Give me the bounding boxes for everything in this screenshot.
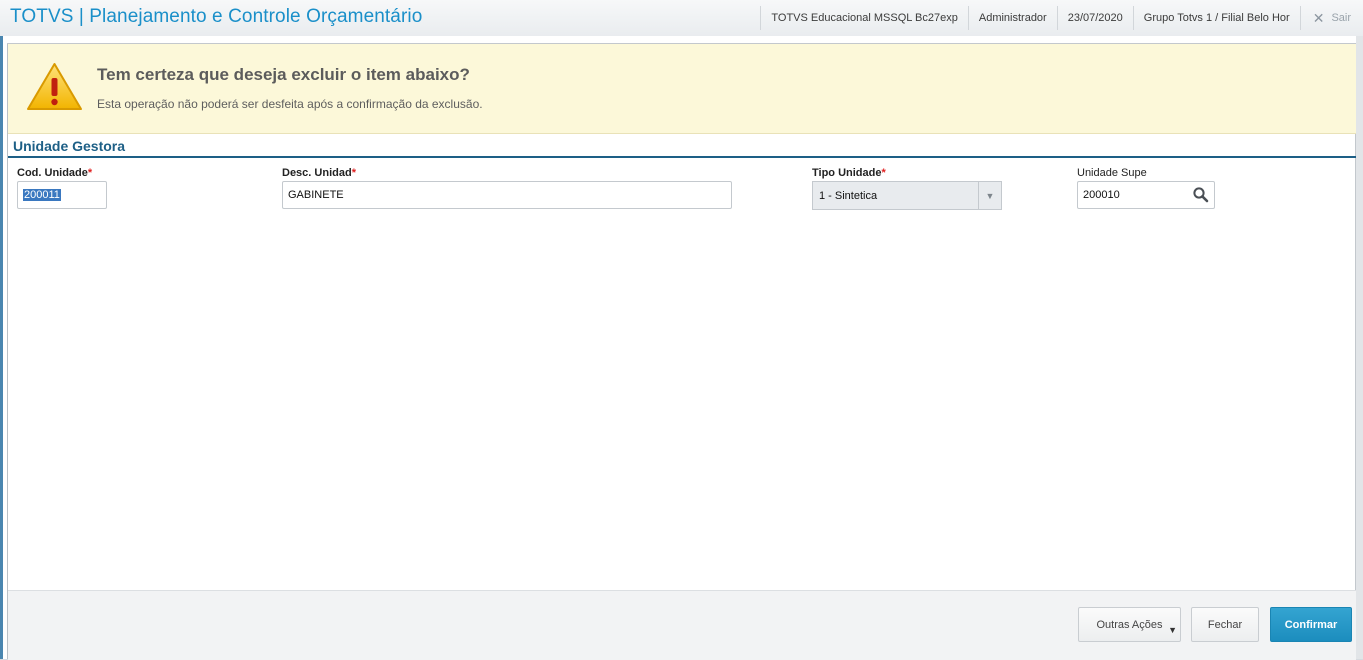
required-mark: * xyxy=(87,167,93,179)
required-mark: * xyxy=(351,167,356,179)
close-icon: ✕ xyxy=(1312,9,1325,26)
section-title: Unidade Gestora xyxy=(13,138,126,154)
chevron-down-icon[interactable]: ▼ xyxy=(978,182,1001,209)
exit-label: Sair xyxy=(1331,12,1351,24)
frame-top-border xyxy=(7,36,1356,44)
desc-unidade-label: Desc. Unidad* xyxy=(282,167,356,179)
exit-button[interactable]: ✕ Sair xyxy=(1299,6,1363,30)
other-actions-label: Outras Ações xyxy=(1096,618,1163,631)
cod-unidade-label-text: Cod. Unidade xyxy=(17,167,88,179)
close-label: Fechar xyxy=(1207,618,1243,631)
app-title: TOTVS | Planejamento e Controle Orçament… xyxy=(10,6,423,27)
cod-unidade-label: Cod. Unidade* xyxy=(17,167,92,179)
top-info-bar: TOTVS Educacional MSSQL Bc27exp Administ… xyxy=(760,0,1363,36)
cod-unidade-input[interactable]: 200011 xyxy=(17,181,107,209)
footer-bar: Outras Ações ▼ Fechar Confirmar xyxy=(8,590,1356,660)
other-actions-button[interactable]: Outras Ações ▼ xyxy=(1078,607,1181,642)
unidade-supe-label-text: Unidade Supe xyxy=(1077,167,1147,179)
unidade-supe-input[interactable]: 200010 xyxy=(1077,181,1215,209)
confirm-button[interactable]: Confirmar xyxy=(1270,607,1352,642)
unidade-supe-label: Unidade Supe xyxy=(1077,167,1147,179)
section-divider xyxy=(8,156,1356,158)
company-label: Grupo Totvs 1 / Filial Belo Hor xyxy=(1132,6,1300,30)
warning-title: Tem certeza que deseja excluir o item ab… xyxy=(97,65,470,84)
top-header: TOTVS | Planejamento e Controle Orçament… xyxy=(0,0,1363,37)
close-button[interactable]: Fechar xyxy=(1191,607,1259,642)
caret-down-icon: ▼ xyxy=(1168,625,1177,635)
left-frame-border xyxy=(0,36,8,659)
confirm-label: Confirmar xyxy=(1284,618,1338,631)
tipo-unidade-value: 1 - Sintetica xyxy=(819,189,878,202)
right-frame-border xyxy=(1355,36,1363,659)
required-mark: * xyxy=(881,167,886,179)
tipo-unidade-select[interactable]: 1 - Sintetica ▼ xyxy=(812,181,1002,210)
delete-warning-banner: Tem certeza que deseja excluir o item ab… xyxy=(8,44,1356,134)
date-label: 23/07/2020 xyxy=(1056,6,1133,30)
search-icon[interactable] xyxy=(1192,186,1210,204)
user-label: Administrador xyxy=(967,6,1057,30)
left-accent-bar xyxy=(0,36,3,659)
tipo-unidade-label-text: Tipo Unidade xyxy=(812,167,882,179)
warning-icon xyxy=(27,63,82,110)
environment-label: TOTVS Educacional MSSQL Bc27exp xyxy=(760,6,967,30)
desc-unidade-input[interactable]: GABINETE xyxy=(282,181,732,209)
tipo-unidade-label: Tipo Unidade* xyxy=(812,167,886,179)
desc-unidade-value: GABINETE xyxy=(288,189,344,201)
desc-unidade-label-text: Desc. Unidad xyxy=(282,167,352,179)
warning-subtitle: Esta operação não poderá ser desfeita ap… xyxy=(97,97,483,111)
unidade-supe-value: 200010 xyxy=(1083,189,1120,201)
app-window: TOTVS | Planejamento e Controle Orçament… xyxy=(0,0,1363,660)
cod-unidade-value: 200011 xyxy=(23,189,61,201)
